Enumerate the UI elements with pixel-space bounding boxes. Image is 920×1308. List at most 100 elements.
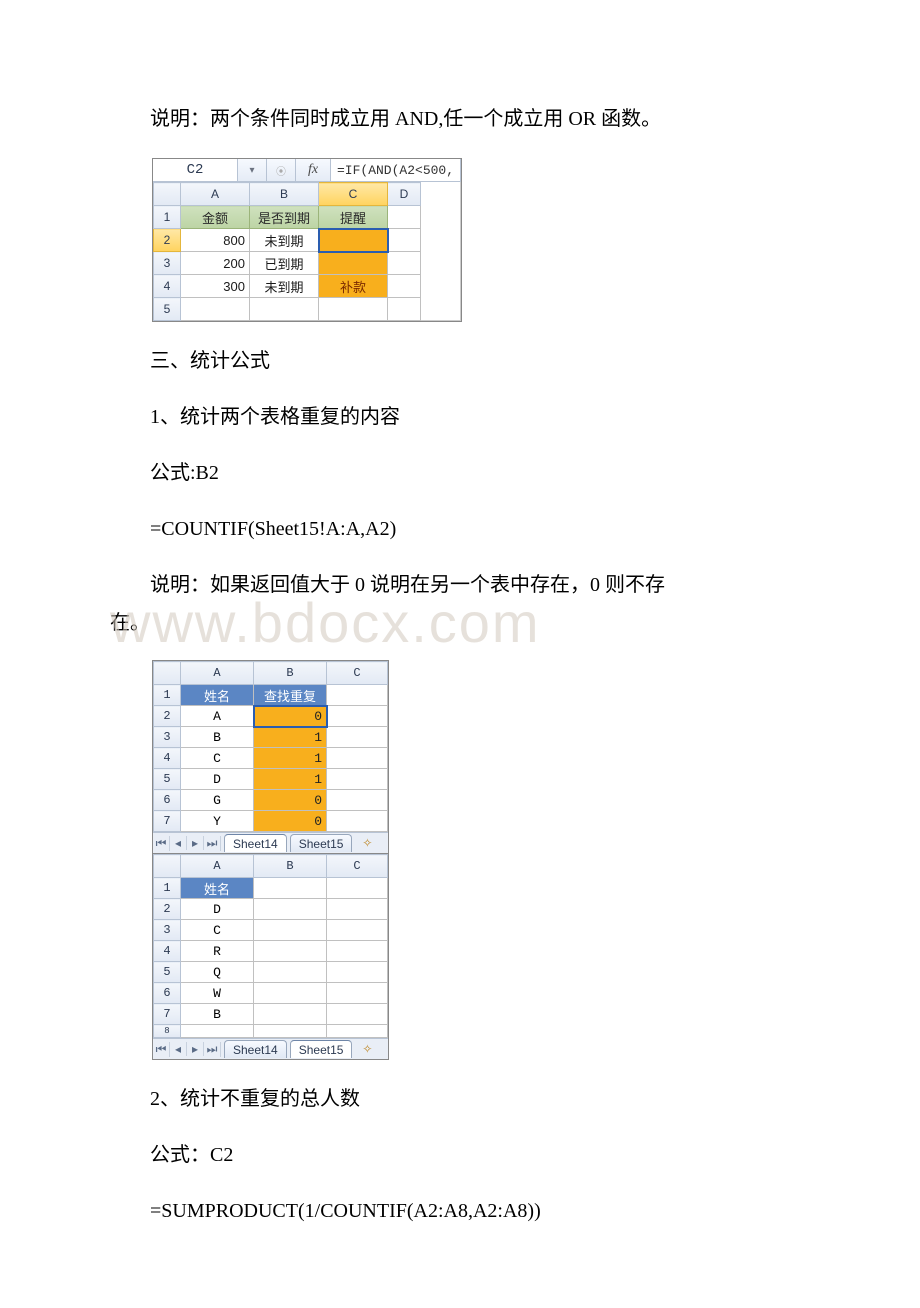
s15-C4[interactable]	[327, 941, 388, 962]
s14-A2[interactable]: A	[181, 706, 254, 727]
cell-B2[interactable]: 未到期	[250, 229, 319, 252]
s15-A7[interactable]: B	[181, 1004, 254, 1025]
s15-C6[interactable]	[327, 983, 388, 1004]
cell-C5[interactable]	[319, 298, 388, 321]
s14-r7[interactable]: 7	[154, 811, 181, 832]
s15-r7[interactable]: 7	[154, 1004, 181, 1025]
cell-A3[interactable]: 200	[181, 252, 250, 275]
s15-col-B[interactable]: B	[254, 855, 327, 878]
corner-cell[interactable]	[154, 183, 181, 206]
s15-B4[interactable]	[254, 941, 327, 962]
row-1[interactable]: 1	[154, 206, 181, 229]
tab-sheet14-b[interactable]: Sheet14	[224, 1040, 287, 1058]
s14-C6[interactable]	[327, 790, 388, 811]
nav-first-icon-2[interactable]: ⏮	[153, 1042, 170, 1057]
s15-r1[interactable]: 1	[154, 878, 181, 899]
s14-C5[interactable]	[327, 769, 388, 790]
tab-sheet15[interactable]: Sheet15	[290, 834, 353, 852]
s14-B1[interactable]: 查找重复	[254, 685, 327, 706]
s15-B5[interactable]	[254, 962, 327, 983]
cell-A5[interactable]	[181, 298, 250, 321]
s15-C8[interactable]	[327, 1025, 388, 1038]
s15-B3[interactable]	[254, 920, 327, 941]
nav-last-icon[interactable]: ⏭	[204, 836, 221, 851]
cell-D1[interactable]	[388, 206, 421, 229]
s15-C7[interactable]	[327, 1004, 388, 1025]
s15-corner[interactable]	[154, 855, 181, 878]
cell-D4[interactable]	[388, 275, 421, 298]
row-2[interactable]: 2	[154, 229, 181, 252]
s14-C7[interactable]	[327, 811, 388, 832]
s14-B7[interactable]: 0	[254, 811, 327, 832]
nav-first-icon[interactable]: ⏮	[153, 836, 170, 851]
cell-A1[interactable]: 金额	[181, 206, 250, 229]
cell-C4[interactable]: 补款	[319, 275, 388, 298]
s14-C4[interactable]	[327, 748, 388, 769]
s14-r1[interactable]: 1	[154, 685, 181, 706]
s14-col-A[interactable]: A	[181, 662, 254, 685]
s14-r5[interactable]: 5	[154, 769, 181, 790]
s14-A5[interactable]: D	[181, 769, 254, 790]
s15-C1[interactable]	[327, 878, 388, 899]
nav-next-icon[interactable]: ▸	[187, 836, 204, 850]
new-sheet-icon-2[interactable]: ✧	[358, 1042, 376, 1056]
tab-sheet15-b[interactable]: Sheet15	[290, 1040, 353, 1058]
nav-next-icon-2[interactable]: ▸	[187, 1042, 204, 1056]
cell-C2[interactable]	[319, 229, 388, 252]
cell-C1[interactable]: 提醒	[319, 206, 388, 229]
cell-B5[interactable]	[250, 298, 319, 321]
s15-r5[interactable]: 5	[154, 962, 181, 983]
s14-col-B[interactable]: B	[254, 662, 327, 685]
cell-D2[interactable]	[388, 229, 421, 252]
s15-A8[interactable]	[181, 1025, 254, 1038]
s14-r6[interactable]: 6	[154, 790, 181, 811]
name-box-dropdown[interactable]: ▾	[238, 159, 267, 181]
cell-D3[interactable]	[388, 252, 421, 275]
s15-col-C[interactable]: C	[327, 855, 388, 878]
s14-corner[interactable]	[154, 662, 181, 685]
cell-D5[interactable]	[388, 298, 421, 321]
s15-C2[interactable]	[327, 899, 388, 920]
s14-A3[interactable]: B	[181, 727, 254, 748]
s14-A7[interactable]: Y	[181, 811, 254, 832]
col-B[interactable]: B	[250, 183, 319, 206]
formula-text[interactable]: =IF(AND(A2<500,	[331, 159, 461, 181]
s15-r3[interactable]: 3	[154, 920, 181, 941]
row-4[interactable]: 4	[154, 275, 181, 298]
s15-B2[interactable]	[254, 899, 327, 920]
s15-B6[interactable]	[254, 983, 327, 1004]
s14-r4[interactable]: 4	[154, 748, 181, 769]
nav-prev-icon-2[interactable]: ◂	[170, 1042, 187, 1056]
s15-A5[interactable]: Q	[181, 962, 254, 983]
tab-sheet14[interactable]: Sheet14	[224, 834, 287, 852]
name-box[interactable]: C2	[153, 159, 238, 181]
s15-r2[interactable]: 2	[154, 899, 181, 920]
nav-prev-icon[interactable]: ◂	[170, 836, 187, 850]
cell-B3[interactable]: 已到期	[250, 252, 319, 275]
col-D[interactable]: D	[388, 183, 421, 206]
s15-A2[interactable]: D	[181, 899, 254, 920]
s14-A6[interactable]: G	[181, 790, 254, 811]
s14-B6[interactable]: 0	[254, 790, 327, 811]
s14-C2[interactable]	[327, 706, 388, 727]
col-A[interactable]: A	[181, 183, 250, 206]
s14-C3[interactable]	[327, 727, 388, 748]
s14-r3[interactable]: 3	[154, 727, 181, 748]
cell-A2[interactable]: 800	[181, 229, 250, 252]
s15-C5[interactable]	[327, 962, 388, 983]
new-sheet-icon[interactable]: ✧	[358, 836, 376, 850]
cell-B1[interactable]: 是否到期	[250, 206, 319, 229]
s15-A1[interactable]: 姓名	[181, 878, 254, 899]
fx-icon[interactable]: fx	[296, 159, 331, 181]
s15-B8[interactable]	[254, 1025, 327, 1038]
s15-A4[interactable]: R	[181, 941, 254, 962]
s14-C1[interactable]	[327, 685, 388, 706]
s14-B4[interactable]: 1	[254, 748, 327, 769]
s14-A4[interactable]: C	[181, 748, 254, 769]
s15-A3[interactable]: C	[181, 920, 254, 941]
nav-last-icon-2[interactable]: ⏭	[204, 1042, 221, 1057]
s15-r8[interactable]: 8	[154, 1025, 181, 1038]
s15-r4[interactable]: 4	[154, 941, 181, 962]
s14-A1[interactable]: 姓名	[181, 685, 254, 706]
s15-r6[interactable]: 6	[154, 983, 181, 1004]
